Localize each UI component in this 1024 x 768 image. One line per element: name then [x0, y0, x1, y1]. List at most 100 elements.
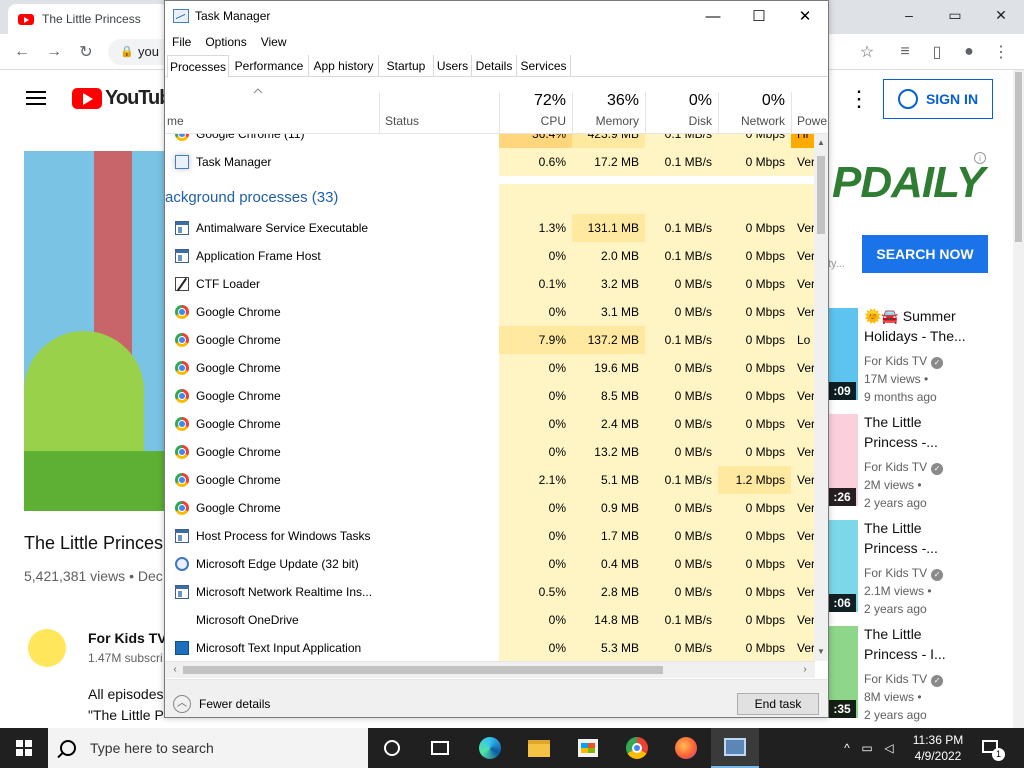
browser-menu-icon[interactable]: ⋮: [989, 40, 1013, 64]
horizontal-scrollbar[interactable]: ‹ ›: [165, 661, 815, 678]
table-row[interactable]: Task Manager 0.6% 17.2 MB 0.1 MB/s 0 Mbp…: [165, 148, 815, 176]
related-video[interactable]: :06 The Little Princess -... For Kids TV…: [828, 520, 1018, 620]
hamburger-menu-icon[interactable]: [26, 91, 46, 105]
close-button[interactable]: ✕: [782, 1, 828, 31]
table-row[interactable]: Google Chrome 0% 2.4 MB 0 MB/s 0 Mbps Ver: [165, 410, 815, 438]
minimize-button[interactable]: —: [690, 1, 736, 31]
channel-avatar[interactable]: [28, 629, 66, 667]
table-row[interactable]: Microsoft OneDrive 0% 14.8 MB 0.1 MB/s 0 Mbp…: [165, 606, 815, 634]
reload-icon[interactable]: ↻: [74, 40, 98, 64]
tab-app-history[interactable]: App history: [309, 55, 379, 77]
column-header-network[interactable]: Network: [718, 114, 785, 128]
tab-services[interactable]: Services: [517, 55, 571, 77]
table-row[interactable]: Application Frame Host 0% 2.0 MB 0.1 MB/s 0 …: [165, 242, 815, 270]
column-header-power[interactable]: Powe: [797, 114, 827, 128]
disk-total[interactable]: 0%: [645, 92, 712, 110]
tab-performance[interactable]: Performance: [230, 55, 309, 77]
cpu-total[interactable]: 72%: [499, 92, 566, 110]
taskbar-search-box[interactable]: Type here to search: [48, 728, 368, 768]
scroll-left-icon[interactable]: ‹: [167, 662, 183, 678]
menu-options[interactable]: Options: [198, 32, 253, 52]
tab-details[interactable]: Details: [472, 55, 517, 77]
horizontal-scrollbar-thumb[interactable]: [183, 666, 663, 674]
menu-view[interactable]: View: [254, 32, 294, 52]
column-header-name[interactable]: me: [167, 114, 184, 128]
media-icon[interactable]: ≡: [893, 40, 917, 64]
taskbar-edge[interactable]: [466, 728, 514, 768]
channel-name[interactable]: For Kids TV: [88, 630, 167, 646]
taskbar-file-explorer[interactable]: [515, 728, 563, 768]
menu-file[interactable]: File: [165, 32, 198, 52]
tab-users[interactable]: Users: [434, 55, 472, 77]
network-total[interactable]: 0%: [718, 92, 785, 110]
scroll-up-icon[interactable]: ▲: [814, 136, 828, 150]
taskbar-clock[interactable]: 11:36 PM 4/9/2022: [906, 732, 970, 764]
chevron-up-icon[interactable]: ︿: [173, 695, 191, 713]
related-video[interactable]: :35 The Little Princess - I... For Kids …: [828, 626, 1018, 726]
page-scrollbar[interactable]: [1013, 70, 1024, 728]
back-icon[interactable]: ←: [10, 40, 34, 64]
column-header-cpu[interactable]: CPU: [499, 114, 566, 128]
table-row[interactable]: Google Chrome (11) 36.4% 423.9 MB 0.1 MB…: [165, 134, 815, 148]
table-row[interactable]: Microsoft Text Input Application 0% 5.3 MB…: [165, 634, 815, 661]
tray-chevron-up-icon[interactable]: ^: [838, 741, 856, 755]
star-icon[interactable]: ☆: [855, 40, 879, 64]
browser-close-button[interactable]: ✕: [978, 0, 1024, 30]
column-header-disk[interactable]: Disk: [645, 114, 712, 128]
task-manager-titlebar[interactable]: Task Manager — ☐ ✕: [165, 1, 828, 31]
memory-total[interactable]: 36%: [572, 92, 639, 110]
ad-search-now-button[interactable]: SEARCH NOW: [862, 235, 988, 273]
column-divider[interactable]: [791, 92, 792, 134]
related-video[interactable]: :26 The Little Princess -... For Kids TV…: [828, 414, 1018, 514]
table-row[interactable]: Google Chrome 0% 0.9 MB 0 MB/s 0 Mbps Ver: [165, 494, 815, 522]
ad-brand-logo[interactable]: PDAILY: [832, 158, 985, 208]
browser-minimize-button[interactable]: –: [886, 0, 932, 30]
cortana-button[interactable]: [368, 728, 416, 768]
profile-icon[interactable]: ●: [957, 40, 981, 64]
table-row[interactable]: CTF Loader 0.1% 3.2 MB 0 MB/s 0 Mbps Ver: [165, 270, 815, 298]
table-row[interactable]: Host Process for Windows Tasks 0% 1.7 MB 0 …: [165, 522, 815, 550]
sign-in-button[interactable]: SIGN IN: [883, 79, 993, 119]
maximize-button[interactable]: ☐: [736, 1, 782, 31]
browser-restore-button[interactable]: ▭: [932, 0, 978, 30]
network-icon[interactable]: ▭: [856, 741, 878, 755]
taskbar-chrome[interactable]: [613, 728, 661, 768]
search-icon: [60, 740, 76, 756]
tab-startup[interactable]: Startup: [379, 55, 434, 77]
browser-tab[interactable]: The Little Princess: [8, 4, 168, 34]
page-scrollbar-thumb[interactable]: [1015, 72, 1022, 242]
window-app-icon: [175, 221, 189, 235]
tab-processes[interactable]: Processes: [167, 55, 229, 78]
scroll-right-icon[interactable]: ›: [797, 662, 813, 678]
end-task-button[interactable]: End task: [737, 693, 819, 715]
ad-info-icon[interactable]: i: [974, 152, 986, 164]
start-button[interactable]: [0, 728, 48, 768]
volume-icon[interactable]: ◁: [878, 741, 900, 755]
column-header-memory[interactable]: Memory: [572, 114, 639, 128]
table-row[interactable]: Google Chrome 0% 8.5 MB 0 MB/s 0 Mbps Ver: [165, 382, 815, 410]
table-row[interactable]: Google Chrome 0% 3.1 MB 0 MB/s 0 Mbps Ver: [165, 298, 815, 326]
more-options-icon[interactable]: ⋮: [848, 86, 870, 112]
table-row[interactable]: Antimalware Service Executable 1.3% 131.1 …: [165, 214, 815, 242]
forward-icon[interactable]: →: [42, 40, 66, 64]
table-row[interactable]: Google Chrome 0% 13.2 MB 0 MB/s 0 Mbps Ver: [165, 438, 815, 466]
table-row[interactable]: Google Chrome 7.9% 137.2 MB 0.1 MB/s 0 Mbps L…: [165, 326, 815, 354]
notification-center-button[interactable]: 1: [978, 736, 1005, 761]
taskbar-firefox[interactable]: [662, 728, 710, 768]
vertical-scrollbar[interactable]: ▲ ▼: [814, 134, 828, 661]
table-row[interactable]: Google Chrome 2.1% 5.1 MB 0.1 MB/s 1.2 Mbps V…: [165, 466, 815, 494]
table-row[interactable]: Google Chrome 0% 19.6 MB 0 MB/s 0 Mbps Ver: [165, 354, 815, 382]
taskbar-store[interactable]: [564, 728, 612, 768]
scroll-down-icon[interactable]: ▼: [814, 645, 828, 659]
sidebar-icon[interactable]: ▯: [925, 40, 949, 64]
table-row[interactable]: Microsoft Network Realtime Ins... 0.5% 2.8…: [165, 578, 815, 606]
taskbar-task-manager[interactable]: [711, 728, 759, 768]
column-header-status[interactable]: Status: [385, 114, 419, 128]
vertical-scrollbar-thumb[interactable]: [817, 156, 825, 234]
video-player[interactable]: [24, 151, 164, 511]
table-row[interactable]: Microsoft Edge Update (32 bit) 0% 0.4 MB 0 …: [165, 550, 815, 578]
column-divider[interactable]: [379, 92, 380, 134]
related-video[interactable]: :09 🌞🚘 Summer Holidays - The... For Kids…: [828, 308, 1018, 408]
task-view-button[interactable]: [416, 728, 464, 768]
fewer-details-link[interactable]: Fewer details: [199, 695, 270, 713]
